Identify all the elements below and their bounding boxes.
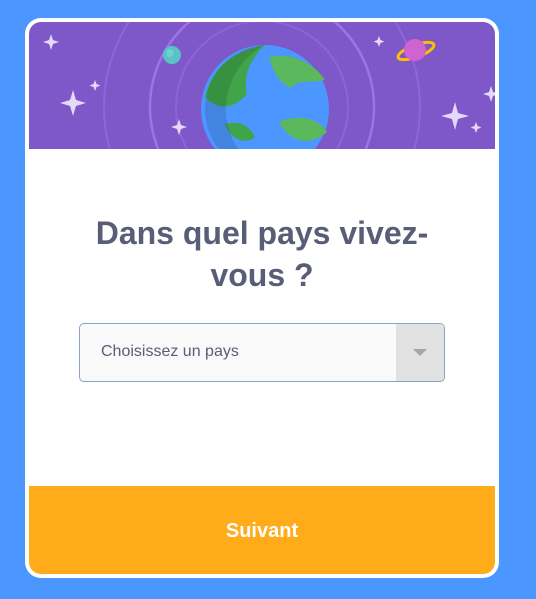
caret-down-icon	[413, 349, 427, 356]
header-illustration	[29, 22, 495, 149]
dialog-body: Dans quel pays vivez-vous ? Choisissez u…	[29, 149, 495, 486]
small-planet-icon	[163, 46, 181, 64]
ringed-planet-icon	[396, 39, 436, 62]
country-dialog: Dans quel pays vivez-vous ? Choisissez u…	[25, 18, 499, 578]
country-select-placeholder: Choisissez un pays	[101, 343, 239, 360]
dialog-title: Dans quel pays vivez-vous ?	[95, 215, 429, 293]
space-illustration	[43, 22, 495, 149]
country-select-toggle[interactable]	[396, 324, 444, 381]
earth-icon	[201, 45, 329, 149]
next-button[interactable]: Suivant	[29, 486, 495, 574]
country-select[interactable]: Choisissez un pays	[79, 323, 445, 382]
